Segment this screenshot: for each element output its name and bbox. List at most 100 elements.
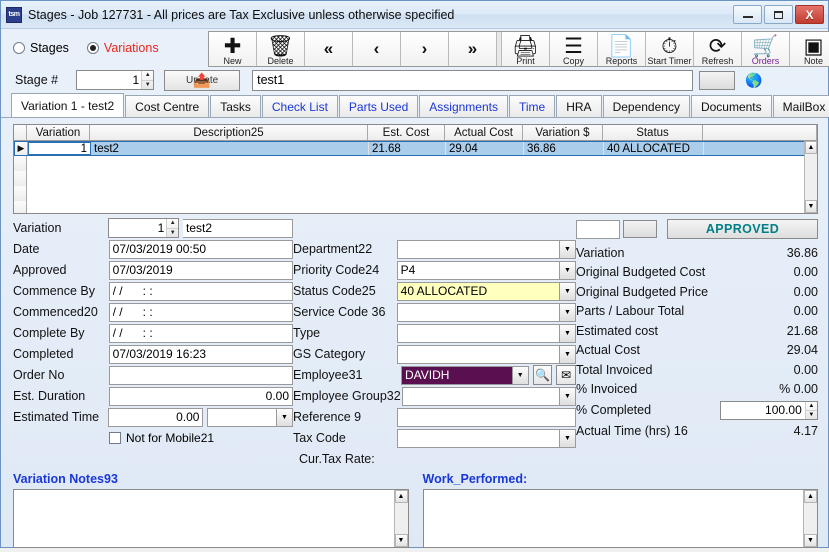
next-record-button[interactable]: › (401, 32, 449, 66)
priority-code-combo[interactable]: P4 ▼ (397, 261, 576, 280)
globe-icon[interactable]: 🌎 (745, 73, 762, 87)
commenced-input[interactable] (109, 303, 293, 322)
grid-empty-row[interactable] (14, 156, 817, 171)
new-button[interactable]: ✚ New (209, 32, 257, 66)
tab-time[interactable]: Time (509, 95, 555, 117)
radio-stages[interactable]: Stages (13, 41, 69, 55)
grid-header-est-cost[interactable]: Est. Cost (368, 125, 445, 140)
grid-scroll-up-icon[interactable]: ▲ (805, 141, 817, 154)
est-duration-input[interactable] (109, 387, 293, 406)
tab-dependency[interactable]: Dependency (603, 95, 690, 117)
summary-gray-button[interactable] (623, 220, 657, 238)
variation-notes-scroll-down-icon[interactable]: ▼ (395, 534, 408, 547)
cell-blank[interactable] (704, 142, 816, 155)
order-no-input[interactable] (109, 366, 293, 385)
first-record-button[interactable]: « (305, 32, 353, 66)
chevron-down-icon[interactable]: ▼ (512, 367, 528, 384)
update-button[interactable]: 📤 Update (164, 70, 240, 91)
stage-extra-button[interactable] (699, 71, 735, 90)
pct-completed-up-icon[interactable]: ▲ (806, 402, 817, 411)
grid-header-actual-cost[interactable]: Actual Cost (445, 125, 523, 140)
employee-mail-button[interactable]: ✉ (556, 365, 576, 385)
gs-category-combo[interactable]: ▼ (397, 345, 576, 364)
work-performed-scrollbar[interactable]: ▲ ▼ (803, 490, 817, 547)
approved-input[interactable] (109, 261, 293, 280)
not-for-mobile-checkbox[interactable] (109, 432, 121, 444)
chevron-down-icon[interactable]: ▼ (559, 346, 575, 363)
tab-hra[interactable]: HRA (556, 95, 601, 117)
grid-empty-row[interactable] (14, 201, 817, 213)
completed-input[interactable] (109, 345, 293, 364)
summary-small-field[interactable] (576, 220, 620, 239)
last-record-button[interactable]: » (449, 32, 497, 66)
minimize-button[interactable] (733, 5, 762, 24)
tab-parts-used[interactable]: Parts Used (339, 95, 418, 117)
note-button[interactable]: ▣ Note (790, 32, 829, 66)
variation-number-stepper[interactable]: ▲ ▼ (108, 218, 179, 238)
estimated-time-unit-combo[interactable]: ▼ (207, 408, 293, 427)
tax-code-combo[interactable]: ▼ (397, 429, 576, 448)
type-combo[interactable]: ▼ (397, 324, 576, 343)
cell-actual-cost[interactable]: 29.04 (446, 142, 524, 155)
grid-header-blank[interactable] (703, 125, 817, 140)
grid-empty-row[interactable] (14, 186, 817, 201)
start-timer-button[interactable]: ⏱ Start Timer (646, 32, 694, 66)
cell-variation-dollar[interactable]: 36.86 (524, 142, 604, 155)
commence-by-input[interactable] (109, 282, 293, 301)
variation-notes-textarea[interactable] (14, 490, 408, 547)
chevron-down-icon[interactable]: ▼ (559, 241, 575, 258)
department-combo[interactable]: ▼ (397, 240, 576, 259)
cell-description[interactable]: test2 (91, 142, 369, 155)
variation-description-input[interactable] (183, 219, 293, 238)
reference-input[interactable] (397, 408, 576, 427)
work-performed-textarea[interactable] (424, 490, 818, 547)
stage-name-input[interactable] (252, 70, 693, 91)
variation-notes-scroll-up-icon[interactable]: ▲ (395, 490, 408, 503)
tab-documents[interactable]: Documents (691, 95, 772, 117)
chevron-down-icon[interactable]: ▼ (276, 409, 292, 426)
tab-assignments[interactable]: Assignments (419, 95, 508, 117)
pct-completed-arrows[interactable]: ▲ ▼ (805, 402, 817, 419)
work-performed-scroll-up-icon[interactable]: ▲ (804, 490, 817, 503)
cell-variation[interactable]: 1 (28, 142, 91, 155)
tab-check-list[interactable]: Check List (262, 95, 338, 117)
employee-search-button[interactable]: 🔍 (533, 365, 553, 385)
grid-header-variation[interactable]: Variation (27, 125, 90, 140)
work-performed-scroll-down-icon[interactable]: ▼ (804, 534, 817, 547)
estimated-time-input[interactable] (108, 408, 203, 427)
pct-completed-stepper[interactable]: ▲ ▼ (720, 401, 818, 420)
stage-number-down-icon[interactable]: ▼ (142, 81, 153, 90)
variation-number-arrows[interactable]: ▲ ▼ (166, 219, 178, 237)
grid-scroll-down-icon[interactable]: ▼ (805, 200, 817, 213)
grid-header-description[interactable]: Description25 (90, 125, 368, 140)
employee-group-combo[interactable]: ▼ (402, 387, 576, 406)
close-button[interactable]: X (795, 5, 824, 24)
variation-notes-scrollbar[interactable]: ▲ ▼ (394, 490, 408, 547)
chevron-down-icon[interactable]: ▼ (559, 388, 575, 405)
delete-button[interactable]: 🗑 Delete (257, 32, 305, 66)
orders-button[interactable]: 🛒 Orders (742, 32, 790, 66)
refresh-button[interactable]: ⟳ Refresh (694, 32, 742, 66)
chevron-down-icon[interactable]: ▼ (559, 304, 575, 321)
status-code-combo[interactable]: 40 ALLOCATED ▼ (397, 282, 576, 301)
reports-button[interactable]: 📄 Reports (598, 32, 646, 66)
service-code-combo[interactable]: ▼ (397, 303, 576, 322)
copy-button[interactable]: ☰ Copy (550, 32, 598, 66)
complete-by-input[interactable] (109, 324, 293, 343)
field-not-for-mobile[interactable]: Not for Mobile21 (13, 428, 293, 448)
grid-header-variation-dollar[interactable]: Variation $ (523, 125, 603, 140)
pct-completed-down-icon[interactable]: ▼ (806, 411, 817, 419)
chevron-down-icon[interactable]: ▼ (559, 283, 575, 300)
stage-number-arrows[interactable]: ▲ ▼ (141, 71, 153, 89)
grid-empty-row[interactable] (14, 171, 817, 186)
stage-number-up-icon[interactable]: ▲ (142, 71, 153, 81)
prev-record-button[interactable]: ‹ (353, 32, 401, 66)
table-row[interactable]: ▶ 1 test2 21.68 29.04 36.86 40 ALLOCATED (14, 141, 817, 156)
cell-status[interactable]: 40 ALLOCATED (604, 142, 704, 155)
radio-variations[interactable]: Variations (87, 41, 159, 55)
cell-est-cost[interactable]: 21.68 (369, 142, 446, 155)
tab-variation-1[interactable]: Variation 1 - test2 (11, 93, 124, 117)
employee-combo[interactable]: DAVIDH ▼ (401, 366, 529, 385)
tab-mailbox[interactable]: MailBox (773, 95, 829, 117)
pct-completed-input[interactable] (721, 402, 805, 419)
